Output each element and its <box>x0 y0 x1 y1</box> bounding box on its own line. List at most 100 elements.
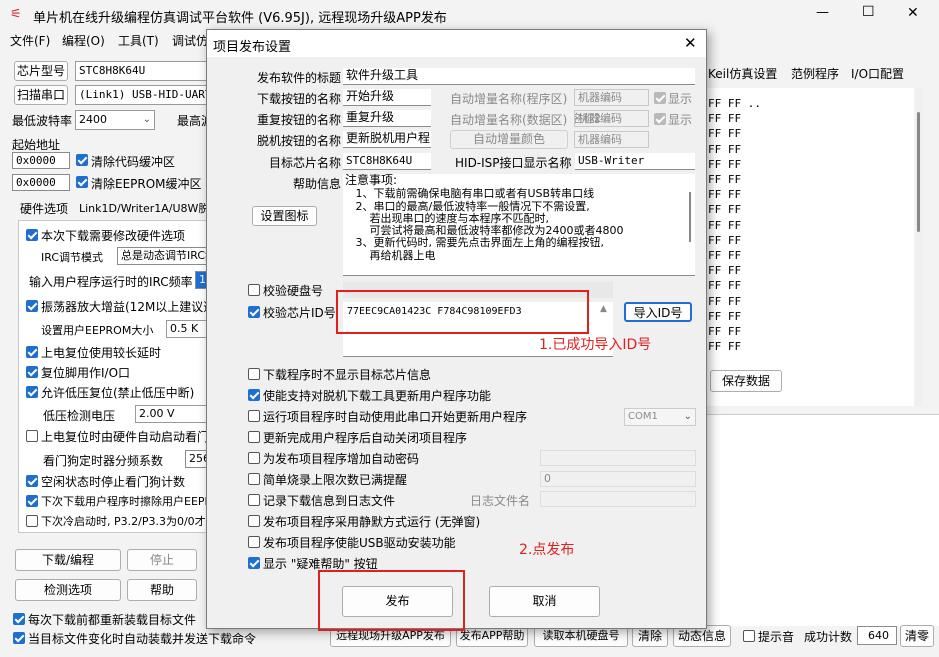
download-btn-name-input[interactable]: 开始升级 <box>343 89 431 106</box>
wdt-hw-checkbox[interactable] <box>26 430 38 442</box>
option-checkbox[interactable] <box>248 494 260 506</box>
com-value: COM1 <box>628 411 658 422</box>
option-checkbox[interactable] <box>248 368 260 380</box>
close-window-button[interactable]: ✕ <box>907 5 919 21</box>
option-checkbox[interactable] <box>248 536 260 548</box>
irc-freq-label: 输入用户程序运行时的IRC频率 <box>29 275 193 289</box>
hex-row: FF FF <box>708 249 742 262</box>
show-2-label: 显示 <box>668 113 693 127</box>
scan-port-button[interactable]: 扫描串口 <box>14 85 68 105</box>
beep-checkbox[interactable] <box>743 630 755 642</box>
chevron-down-icon: ⌄ <box>142 114 151 125</box>
modify-hw-label: 本次下载需要修改硬件选项 <box>41 229 186 243</box>
set-icon-button[interactable]: 设置图标 <box>252 206 317 226</box>
dialog-close-icon[interactable]: ✕ <box>684 34 697 52</box>
verify-disk-checkbox[interactable] <box>248 284 260 296</box>
reset-pin-label: 复位脚用作I/O口 <box>41 366 131 380</box>
option-checkbox[interactable] <box>248 452 260 464</box>
menu-file[interactable]: 文件(F) <box>10 32 50 49</box>
min-baud-select[interactable]: 2400 ⌄ <box>75 110 155 130</box>
save-data-button[interactable]: 保存数据 <box>710 370 782 392</box>
low-volt-checkbox[interactable] <box>26 386 38 398</box>
repeat-btn-name-input[interactable]: 重复升级 <box>343 110 431 127</box>
auto-data-label: 自动增量名称(数据区) <box>450 113 568 127</box>
addr-input-1[interactable]: 0x0000 <box>12 152 70 169</box>
cold-start-checkbox[interactable] <box>26 515 38 527</box>
erase-eeprom-label: 下次下载用户程序时擦除用户EEPROM <box>41 495 231 508</box>
offline-btn-name-label: 脱机按钮的名称 <box>257 134 342 148</box>
hex-scrollbar[interactable] <box>915 88 923 406</box>
dialog-title-bar: 项目发布设置 ✕ <box>207 30 706 57</box>
import-id-button[interactable]: 导入ID号 <box>624 302 692 322</box>
hex-row: FF FF <box>708 188 742 202</box>
verify-chip-checkbox[interactable] <box>248 306 260 318</box>
repeat-btn-name-label: 重复按钮的名称 <box>257 113 342 127</box>
tab-examples[interactable]: 范例程序 <box>791 65 839 82</box>
modify-hw-checkbox[interactable] <box>26 229 38 241</box>
help-button[interactable]: 帮助 <box>127 579 197 601</box>
tab-link1d[interactable]: Link1D/Writer1A/U8W脱机 <box>79 200 220 216</box>
auto-color-button: 自动增量颜色 <box>450 130 568 149</box>
sw-title-input[interactable]: 软件升级工具 <box>343 68 695 85</box>
reload-each-label: 每次下载前都重新装载目标文件 <box>28 613 197 627</box>
idle-wdt-checkbox[interactable] <box>26 475 38 487</box>
scrollbar-thumb[interactable] <box>917 112 920 232</box>
low-volt-detect-label: 低压检测电压 <box>43 409 116 423</box>
log-file-field <box>540 491 696 507</box>
help-line: 注意事项: <box>345 174 398 187</box>
clear-code-checkbox[interactable] <box>76 154 88 166</box>
reset-count-button[interactable]: 清零 <box>900 625 934 647</box>
cancel-button[interactable]: 取消 <box>489 586 600 617</box>
title-bar: ⚟ 单片机在线升级编程仿真调试平台软件 (V6.95J), 远程现场升级APP发… <box>0 0 939 30</box>
menu-tools[interactable]: 工具(T) <box>118 32 159 49</box>
menu-program[interactable]: 编程(O) <box>62 32 105 49</box>
osc-gain-checkbox[interactable] <box>26 300 38 312</box>
osc-gain-label: 振荡器放大增益(12M以上建议选择) <box>41 300 232 314</box>
offline-btn-name-input[interactable]: 更新脱机用户程 <box>343 131 431 148</box>
annotation-publish: 2.点发布 <box>519 542 575 558</box>
option-checkbox[interactable] <box>248 515 260 527</box>
hex-row: FF FF <box>708 127 742 141</box>
detect-options-button[interactable]: 检测选项 <box>15 579 121 601</box>
option-label: 记录下载信息到日志文件 <box>263 494 396 508</box>
auto-send-checkbox[interactable] <box>13 632 25 644</box>
option-checkbox[interactable] <box>248 410 260 422</box>
scroll-up-icon[interactable]: ▲ <box>600 304 607 314</box>
download-program-button[interactable]: 下载/编程 <box>15 549 121 571</box>
addr-input-2[interactable]: 0x0000 <box>12 174 70 191</box>
clear-eeprom-checkbox[interactable] <box>76 176 88 188</box>
reset-pin-checkbox[interactable] <box>26 366 38 378</box>
chevron-down-icon: ⌄ <box>683 411 692 422</box>
clear-code-label: 清除代码缓冲区 <box>91 155 176 169</box>
reload-each-checkbox[interactable] <box>13 613 25 625</box>
target-chip-input[interactable]: STC8H8K64U <box>343 153 431 170</box>
com-select: COM1 ⌄ <box>624 408 696 426</box>
min-baud-value: 2400 <box>79 113 107 126</box>
window-title: 单片机在线升级编程仿真调试平台软件 (V6.95J), 远程现场升级APP发布 <box>33 11 447 26</box>
left-panel: 芯片型号 STC8H8K64U ⌄ 扫描串口 (Link1) USB-HID-UA… <box>0 52 256 657</box>
verify-chip-label: 校验芯片ID号 <box>263 306 336 320</box>
minimize-button[interactable]: — <box>816 5 829 20</box>
id-highlight-box <box>336 290 589 334</box>
option-checkbox[interactable] <box>248 557 260 569</box>
sw-title-label: 发布软件的标题 <box>257 71 342 85</box>
erase-eeprom-checkbox[interactable] <box>26 495 38 507</box>
help-scrollbar[interactable] <box>689 192 691 242</box>
option-checkbox[interactable] <box>248 389 260 401</box>
log-file-label: 日志文件名 <box>470 494 531 508</box>
annotation-import-id: 1.已成功导入ID号 <box>539 337 652 353</box>
hid-name-input[interactable]: USB-Writer <box>575 153 695 170</box>
min-baud-label: 最低波特率 <box>12 114 73 128</box>
tab-io-config[interactable]: I/O口配置 <box>851 65 904 82</box>
help-info-textarea[interactable]: 注意事项: 1、下载前需确保电脑有串口或者有USB转串口线 2、串口的最高/最低… <box>343 174 695 276</box>
option-checkbox[interactable] <box>248 473 260 485</box>
tab-hardware[interactable]: 硬件选项 <box>20 200 68 217</box>
stop-button[interactable]: 停止 <box>127 549 197 571</box>
low-volt-value: 2.00 V <box>139 407 175 420</box>
tab-keil[interactable]: Keil仿真设置 <box>708 65 777 82</box>
option-checkbox[interactable] <box>248 431 260 443</box>
maximize-button[interactable]: ☐ <box>862 4 875 20</box>
power-delay-checkbox[interactable] <box>26 346 38 358</box>
auto-prog-label: 自动增量名称(程序区) <box>450 92 568 106</box>
chip-model-value: STC8H8K64U <box>79 64 146 77</box>
